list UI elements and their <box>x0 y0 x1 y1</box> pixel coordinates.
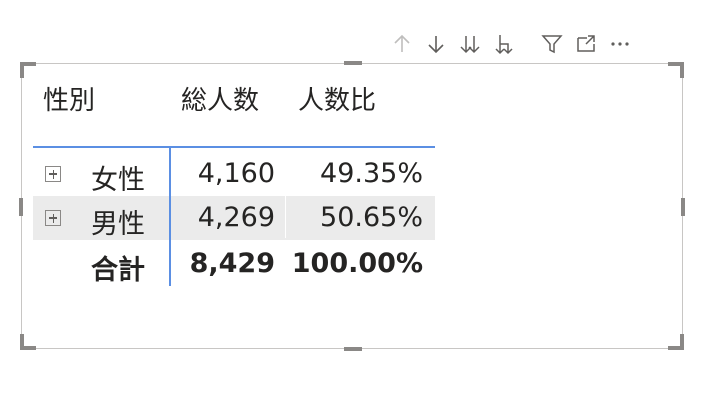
row-ratio: 50.65% <box>320 202 423 233</box>
expand-plus-icon[interactable] <box>45 166 61 182</box>
drill-down-button[interactable] <box>422 30 450 58</box>
resize-handle-top[interactable] <box>344 61 362 65</box>
total-label: 合計 <box>91 255 145 286</box>
expand-plus-icon[interactable] <box>45 210 61 226</box>
row-count: 4,269 <box>197 202 275 233</box>
fork-down-icon <box>495 35 513 55</box>
double-arrow-down-icon <box>460 36 480 54</box>
row-label: 女性 <box>91 165 145 196</box>
expand-all-button[interactable] <box>490 30 518 58</box>
more-options-button[interactable] <box>606 30 634 58</box>
column-separator <box>285 148 286 238</box>
resize-handle-bottom[interactable] <box>344 347 362 351</box>
resize-corner-top-left[interactable] <box>20 62 36 78</box>
filter-icon <box>541 35 563 54</box>
row-ratio: 49.35% <box>320 158 423 189</box>
resize-corner-bottom-left[interactable] <box>20 334 36 350</box>
focus-mode-button[interactable] <box>572 30 600 58</box>
total-count: 8,429 <box>189 248 275 279</box>
drill-up-button[interactable] <box>388 30 416 58</box>
column-header-count[interactable]: 総人数 <box>181 80 259 117</box>
arrow-up-icon <box>394 34 410 52</box>
resize-corner-top-right[interactable] <box>668 62 684 78</box>
row-header-divider <box>169 148 171 286</box>
table-row: 女性 4,160 49.35% <box>33 152 435 196</box>
total-ratio: 100.00% <box>291 248 423 279</box>
row-label: 男性 <box>91 209 145 240</box>
arrow-down-icon <box>428 36 444 54</box>
total-row: 合計 8,429 100.00% <box>33 242 435 286</box>
go-to-next-level-button[interactable] <box>456 30 484 58</box>
more-icon <box>611 42 629 46</box>
row-count: 4,160 <box>197 158 275 189</box>
focus-mode-icon <box>577 35 595 52</box>
resize-handle-left[interactable] <box>19 198 23 216</box>
column-header-group[interactable]: 性別 <box>43 80 95 117</box>
table-row: 男性 4,269 50.65% <box>33 196 435 240</box>
resize-corner-bottom-right[interactable] <box>668 334 684 350</box>
column-header-ratio[interactable]: 人数比 <box>298 80 376 117</box>
visual-header-toolbar <box>388 30 640 58</box>
filter-button[interactable] <box>538 30 566 58</box>
resize-handle-right[interactable] <box>681 198 685 216</box>
header-divider <box>33 146 435 148</box>
